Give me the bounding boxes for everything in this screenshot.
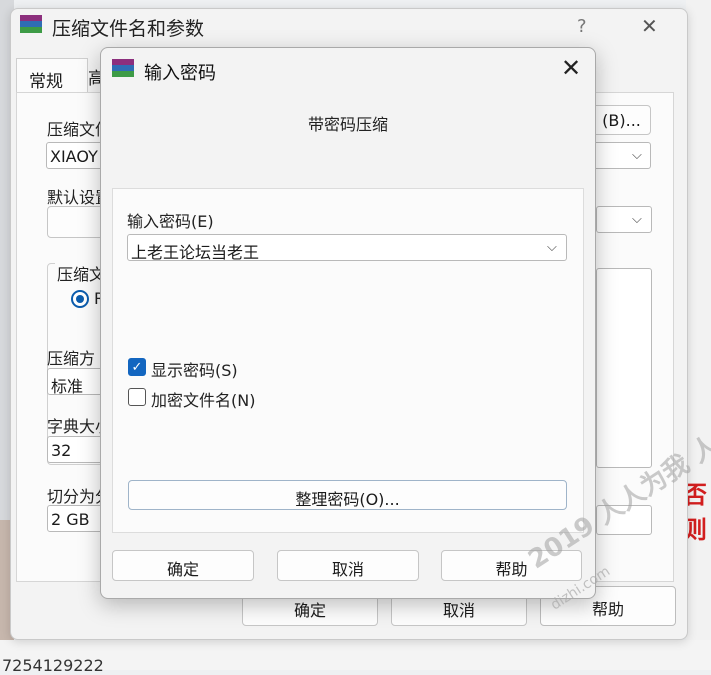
method-label: 压缩方: [47, 349, 96, 368]
show-password-checkbox[interactable]: ✓: [128, 358, 146, 376]
winrar-icon: [112, 59, 134, 77]
dictionary-value: 32: [51, 441, 72, 460]
window-title: 压缩文件名和参数: [52, 18, 205, 40]
tab-general[interactable]: 常规: [16, 58, 88, 92]
desktop-background-right: [686, 0, 711, 670]
dialog-cancel-button[interactable]: 取消: [277, 550, 419, 581]
dialog-subtitle: 带密码压缩: [307, 115, 388, 134]
show-password-label[interactable]: 显示密码(S): [151, 357, 238, 381]
method-value: 标准: [51, 377, 84, 395]
chevron-down-icon[interactable]: ⌵: [632, 212, 642, 227]
dialog-ok-button[interactable]: 确定: [112, 550, 254, 581]
window-close-icon[interactable]: ✕: [641, 14, 658, 38]
chevron-down-icon[interactable]: ⌵: [632, 148, 642, 163]
update-mode-select[interactable]: [596, 206, 652, 233]
options-list: [596, 268, 652, 468]
dialog-close-icon[interactable]: ✕: [561, 54, 581, 82]
password-label: 输入密码(E): [127, 212, 214, 231]
organize-passwords-button[interactable]: 整理密码(O)...: [128, 480, 567, 510]
winrar-icon: [20, 15, 42, 33]
help-icon[interactable]: ?: [577, 16, 587, 37]
background-number-text: 7254129222: [2, 656, 104, 675]
checkmark-icon: ✓: [131, 360, 143, 375]
browse-button[interactable]: (B)...: [592, 105, 651, 135]
format-rar-radio[interactable]: [71, 290, 89, 308]
password-input[interactable]: 上老王论坛当老王: [127, 234, 567, 261]
encrypt-filenames-checkbox[interactable]: [128, 388, 146, 406]
chevron-down-icon[interactable]: ⌵: [547, 240, 557, 255]
encrypt-filenames-label[interactable]: 加密文件名(N): [151, 387, 255, 411]
dialog-title: 输入密码: [144, 63, 216, 84]
archive-name-value: XIAOY: [50, 147, 98, 166]
desktop-background-bottom: [0, 640, 711, 670]
split-volume-value: 2 GB: [51, 510, 90, 529]
tab-general-label: 常规: [29, 72, 63, 92]
password-value: 上老王论坛当老王: [131, 243, 260, 261]
